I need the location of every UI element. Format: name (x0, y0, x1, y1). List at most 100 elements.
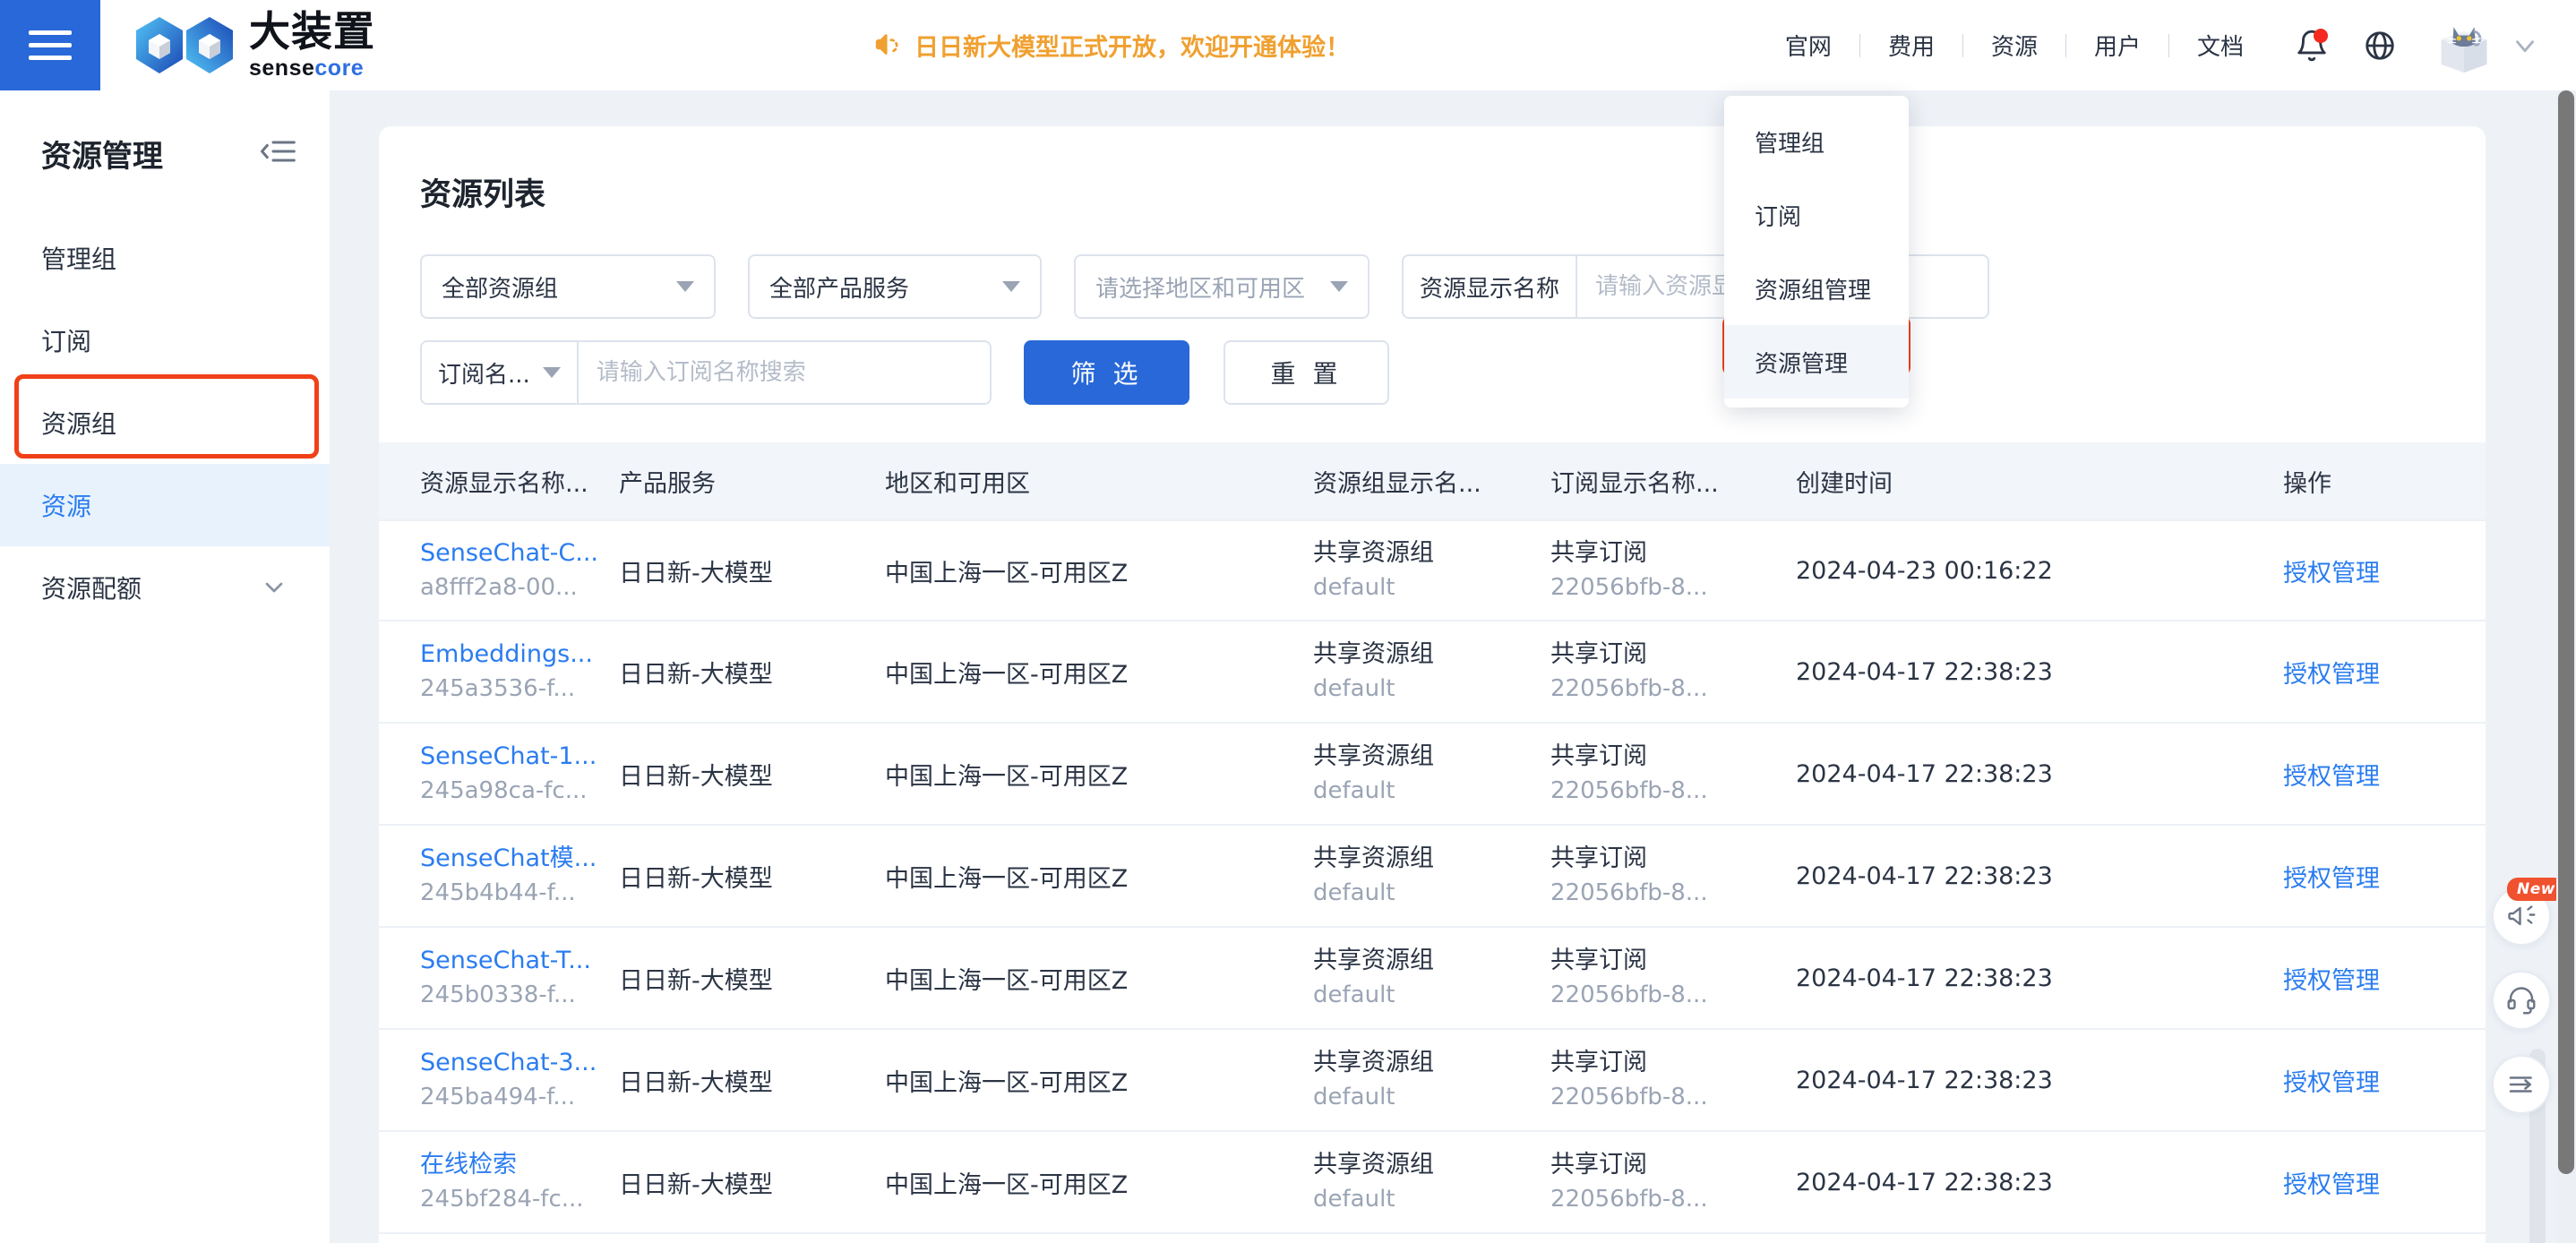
subscription-name: 共享订阅 (1550, 742, 1647, 771)
nav-item-docs[interactable]: 文档 (2169, 29, 2271, 62)
subscription-name: 共享订阅 (1550, 844, 1647, 873)
column-header-resource-name[interactable]: 资源显示名称... (420, 464, 619, 499)
column-header-region-az[interactable]: 地区和可用区 (885, 464, 1313, 499)
table-row[interactable]: SenseChat-T... 245b0338-f... 日日新-大模型 中国上海一区… (379, 928, 2486, 1030)
announcement-banner[interactable]: 日日新大模型正式开放，欢迎开通体验！ (873, 0, 1350, 90)
filter-button[interactable]: 筛 选 (1024, 340, 1189, 405)
resource-group-name: 共享资源组 (1313, 1049, 1434, 1077)
column-header-resource-group[interactable]: 资源组显示名... (1313, 464, 1550, 499)
authorization-management-link[interactable]: 授权管理 (2283, 655, 2489, 690)
brand-name-cn: 大装置 (249, 7, 375, 56)
subscription-name: 共享订阅 (1550, 539, 1647, 568)
dropdown-item-management-group[interactable]: 管理组 (1724, 105, 1909, 178)
cell-resource-group: 共享资源组 default (1313, 1048, 1550, 1112)
sidebar-header: 资源管理 (0, 90, 330, 176)
dropdown-item-subscription[interactable]: 订阅 (1724, 178, 1909, 252)
column-header-subscription[interactable]: 订阅显示名称... (1550, 464, 1796, 499)
subscription-id-text: 22056bfb-8... (1550, 573, 1708, 601)
support-float-button[interactable] (2492, 971, 2551, 1030)
authorization-management-link[interactable]: 授权管理 (2283, 961, 2489, 996)
sidebar-item-label: 资源 (41, 492, 92, 521)
collapse-sidebar-icon (261, 141, 296, 162)
subscription-id-text: 22056bfb-8... (1550, 776, 1708, 804)
nav-item-resources[interactable]: 资源 (1963, 29, 2065, 62)
resource-name-link[interactable]: Embeddings... (420, 639, 619, 671)
column-header-product-service[interactable]: 产品服务 (619, 464, 885, 499)
subscription-name-search[interactable]: 订阅名... (420, 340, 992, 405)
floating-action-rail: New (2492, 878, 2565, 1114)
cell-resource-group: 共享资源组 default (1313, 742, 1550, 806)
cell-created-time: 2024-04-17 22:38:23 (1796, 1168, 2053, 1196)
resource-id-text: a8fff2a8-00... (420, 573, 578, 601)
headset-icon (2507, 987, 2536, 1015)
resource-name-link[interactable]: SenseChat模... (420, 844, 619, 875)
feedback-float-button[interactable] (2492, 1055, 2551, 1114)
resource-name-link[interactable]: SenseChat-C... (420, 538, 619, 570)
resource-group-name: 共享资源组 (1313, 742, 1434, 771)
resource-id-text: 245ba494-f... (420, 1083, 576, 1110)
user-account-menu[interactable] (2431, 13, 2540, 79)
sidebar-item-label: 订阅 (41, 327, 92, 356)
cell-region-az: 中国上海一区-可用区Z (885, 1170, 1129, 1199)
authorization-management-link[interactable]: 授权管理 (2283, 1063, 2489, 1098)
notifications-button[interactable] (2284, 18, 2340, 73)
resource-id-text: 245a98ca-fc... (420, 776, 588, 804)
sidebar-item-resource-group[interactable]: 资源组 (0, 381, 330, 464)
page-title: 资源列表 (420, 177, 546, 213)
reset-button[interactable]: 重 置 (1224, 340, 1389, 405)
sidebar-item-management-group[interactable]: 管理组 (0, 217, 330, 299)
dropdown-item-resource-management[interactable]: 资源管理 (1724, 325, 1909, 399)
table-row[interactable]: SenseChat模... 245b4b44-f... 日日新-大模型 中国上海一区-… (379, 826, 2486, 928)
cell-created-time: 2024-04-17 22:38:23 (1796, 862, 2053, 890)
announcement-text: 日日新大模型正式开放，欢迎开通体验！ (914, 34, 1350, 62)
product-service-select[interactable]: 全部产品服务 (748, 254, 1042, 319)
product-service-select-value: 全部产品服务 (769, 275, 910, 303)
resource-name-search-prefix[interactable]: 资源显示名称 (1404, 256, 1578, 317)
cell-region-az: 中国上海一区-可用区Z (885, 660, 1129, 689)
resource-name-link[interactable]: 在线检索 (420, 1150, 619, 1181)
resource-group-sub: default (1313, 674, 1395, 702)
resource-group-sub: default (1313, 1185, 1395, 1213)
resource-group-select[interactable]: 全部资源组 (420, 254, 716, 319)
table-row[interactable]: Embeddings... 245a3536-f... 日日新-大模型 中国上海一区-… (379, 622, 2486, 724)
subscription-name-search-input[interactable] (578, 342, 990, 403)
dropdown-item-resource-group-management[interactable]: 资源组管理 (1724, 252, 1909, 325)
resource-name-link[interactable]: SenseChat-3... (420, 1048, 619, 1079)
page-scrollbar-thumb[interactable] (2558, 90, 2574, 1174)
resource-group-sub: default (1313, 879, 1395, 906)
region-az-select[interactable]: 请选择地区和可用区 (1074, 254, 1370, 319)
cell-created-time: 2024-04-17 22:38:23 (1796, 657, 2053, 686)
column-header-created-time[interactable]: 创建时间 (1796, 464, 2283, 499)
sidebar-menu: 管理组 订阅 资源组 资源 资源配额 (0, 217, 330, 629)
cell-subscription: 共享订阅 22056bfb-8... (1550, 538, 1796, 603)
subscription-name-search-prefix[interactable]: 订阅名... (422, 342, 579, 403)
cell-resource-name: SenseChat模... 245b4b44-f... (420, 844, 619, 908)
brand-logo[interactable]: 大装置 sensecore (131, 11, 375, 80)
megaphone-icon (2508, 905, 2536, 926)
authorization-management-link[interactable]: 授权管理 (2283, 1165, 2489, 1200)
authorization-management-link[interactable]: 授权管理 (2283, 757, 2489, 792)
page-scrollbar[interactable] (2556, 90, 2576, 1243)
collapse-sidebar-button[interactable] (260, 136, 296, 171)
nav-item-website[interactable]: 官网 (1757, 29, 1859, 62)
cell-product-service: 日日新-大模型 (619, 966, 773, 995)
resource-name-link[interactable]: SenseChat-T... (420, 946, 619, 977)
authorization-management-link[interactable]: 授权管理 (2283, 859, 2489, 894)
table-row[interactable]: SenseChat-1... 245a98ca-fc... 日日新-大模型 中国上海一… (379, 724, 2486, 826)
resource-name-link[interactable]: SenseChat-1... (420, 742, 619, 773)
sidebar-item-resource-quota[interactable]: 资源配额 (0, 546, 330, 629)
sidebar-title: 资源管理 (41, 139, 163, 175)
nav-item-billing[interactable]: 费用 (1860, 29, 1962, 62)
nav-item-users[interactable]: 用户 (2066, 29, 2168, 62)
chevron-down-icon (1330, 281, 1348, 292)
table-row[interactable]: 在线检索 245bf284-fc... 日日新-大模型 中国上海一区-可用区Z 共享资源… (379, 1132, 2486, 1234)
sidebar-item-resource[interactable]: 资源 (0, 464, 330, 546)
table-row[interactable]: SenseChat-3... 245ba494-f... 日日新-大模型 中国上海一区… (379, 1030, 2486, 1132)
authorization-management-link[interactable]: 授权管理 (2283, 553, 2489, 588)
language-button[interactable] (2352, 18, 2408, 73)
announcements-float-button[interactable]: New (2492, 878, 2565, 946)
table-row[interactable]: SenseChat-C... a8fff2a8-00... 日日新-大模型 中国上海一… (379, 519, 2486, 622)
hamburger-menu-button[interactable] (0, 0, 100, 90)
sidebar-item-subscription[interactable]: 订阅 (0, 299, 330, 381)
cell-subscription: 共享订阅 22056bfb-8... (1550, 742, 1796, 806)
